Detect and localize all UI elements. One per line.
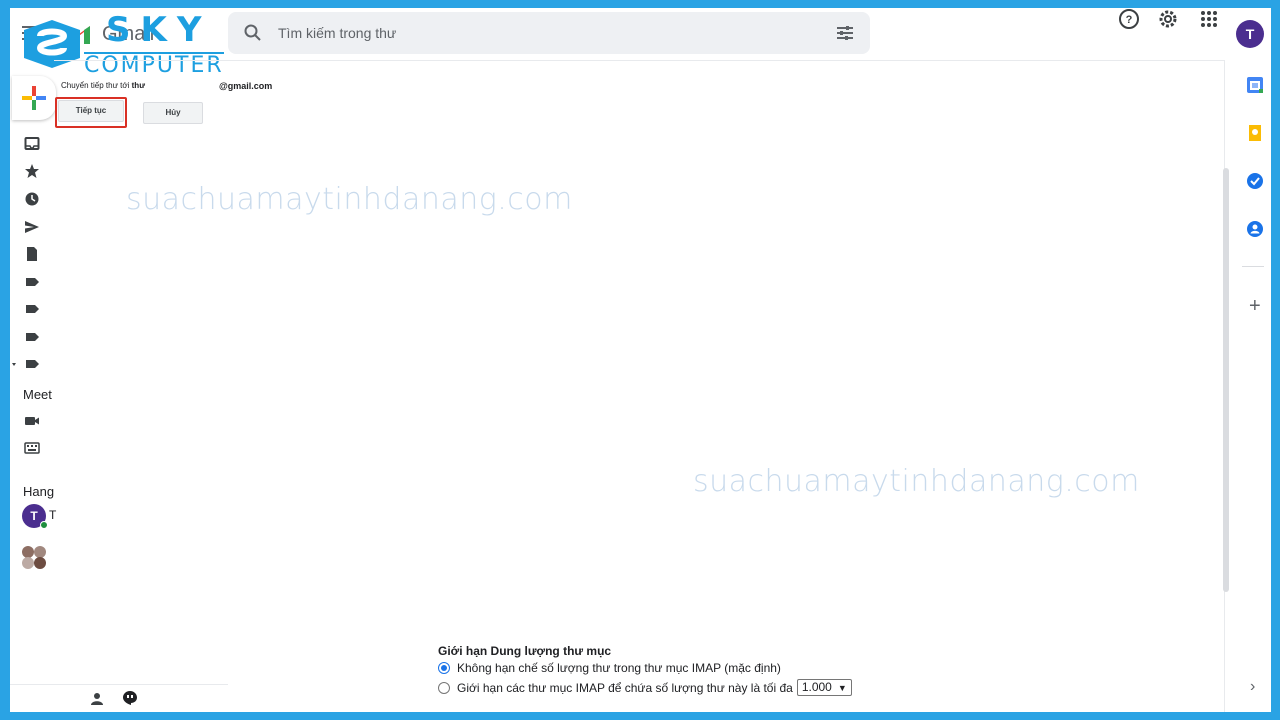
keep-icon[interactable] <box>1246 124 1264 142</box>
imap-limit-radio[interactable] <box>438 681 450 694</box>
label-icon[interactable] <box>24 274 40 290</box>
expand-labels-icon[interactable] <box>12 356 40 372</box>
imap-unlimited-radio[interactable] <box>438 662 450 674</box>
gmail-window: Gmail SKY COMPUTER Tìm kiếm trong thư ? <box>10 8 1271 712</box>
sent-icon[interactable] <box>24 219 40 235</box>
meet-section-label: Meet <box>23 387 52 402</box>
search-options-icon[interactable] <box>836 24 854 42</box>
header-divider <box>54 60 1224 61</box>
hangouts-quote-icon[interactable] <box>122 690 138 706</box>
add-addon-plus-icon[interactable]: + <box>1249 296 1261 316</box>
imap-unlimited-label: Không hạn chế số lượng thư trong thư mục… <box>457 661 781 675</box>
continue-highlight-box <box>55 97 127 128</box>
cancel-button[interactable]: Hủy <box>143 102 203 124</box>
chevron-down-icon: ▼ <box>837 683 847 693</box>
imap-limit-option[interactable]: Giới hạn các thư mục IMAP để chứa số lượ… <box>438 679 852 696</box>
imap-limit-select[interactable]: 1.000 ▼ <box>796 679 852 696</box>
contacts-person-icon[interactable] <box>90 692 104 706</box>
show-side-panel-chevron-icon[interactable]: › <box>1250 678 1255 696</box>
imap-limit-label: Giới hạn các thư mục IMAP để chứa số lượ… <box>457 680 793 695</box>
watermark-text: suachuamaytinhdanang.com <box>126 182 573 217</box>
watermark-text: suachuamaytinhdanang.com <box>693 464 1140 499</box>
drafts-icon[interactable] <box>24 246 40 262</box>
settings-gear-icon[interactable] <box>1157 8 1179 30</box>
apps-grid-icon[interactable] <box>1198 8 1220 30</box>
sky-watermark-text: SKY <box>106 10 212 50</box>
new-meeting-video-icon[interactable] <box>24 413 40 429</box>
snoozed-clock-icon[interactable] <box>24 191 40 207</box>
account-avatar[interactable]: T <box>1236 20 1264 48</box>
calendar-icon[interactable] <box>1246 76 1264 94</box>
contacts-icon[interactable] <box>1246 220 1264 238</box>
hangouts-section-label: Hang <box>23 484 55 499</box>
imap-unlimited-option[interactable]: Không hạn chế số lượng thư trong thư mục… <box>438 661 781 675</box>
main-scrollbar[interactable] <box>1223 168 1229 592</box>
hangouts-user-name[interactable]: T <box>49 508 56 522</box>
starred-icon[interactable] <box>24 163 40 179</box>
join-meeting-keyboard-icon[interactable] <box>24 440 40 456</box>
forwarding-label: Chuyển tiếp thư tới thư <box>61 81 145 90</box>
inbox-icon[interactable] <box>24 136 40 152</box>
help-icon[interactable]: ? <box>1118 8 1140 30</box>
tasks-icon[interactable] <box>1246 172 1264 190</box>
label-icon[interactable] <box>24 329 40 345</box>
compose-button[interactable] <box>12 76 56 120</box>
group-conversation-avatar[interactable] <box>20 544 48 570</box>
compose-plus-icon <box>22 86 46 110</box>
search-bar[interactable]: Tìm kiếm trong thư <box>228 12 870 54</box>
svg-text:?: ? <box>1126 14 1133 26</box>
search-input[interactable]: Tìm kiếm trong thư <box>278 25 396 41</box>
sky-computer-logo-icon <box>24 20 80 68</box>
label-icon[interactable] <box>24 301 40 317</box>
imap-folder-size-title: Giới hạn Dung lượng thư mục <box>438 644 612 658</box>
side-panel-separator <box>1242 266 1264 267</box>
online-status-dot <box>40 521 48 529</box>
sidebar-bottom-divider <box>10 684 228 685</box>
search-icon[interactable] <box>244 24 262 42</box>
forwarding-email: @gmail.com <box>219 81 273 91</box>
computer-watermark-text: COMPUTER <box>84 52 224 78</box>
